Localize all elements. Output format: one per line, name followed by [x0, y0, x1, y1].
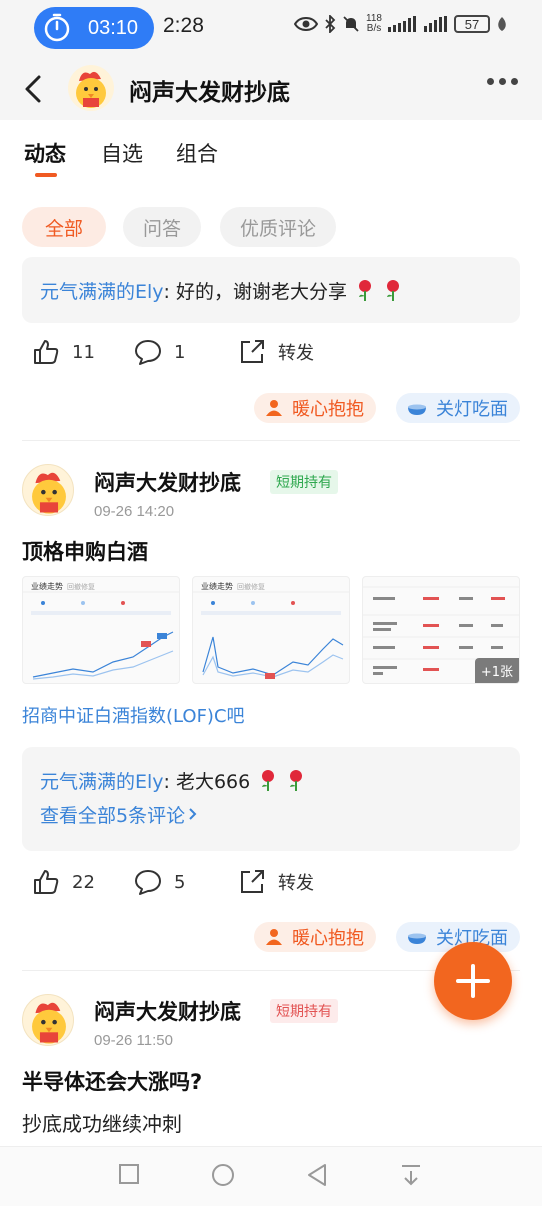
tab-dynamics[interactable]: 动态	[24, 138, 66, 168]
post-title[interactable]: 半导体还会大涨吗?	[22, 1066, 202, 1096]
comment-preview-box[interactable]: 元气满满的Ely : 老大666 查看全部5条评论	[22, 747, 520, 851]
author-avatar[interactable]	[22, 994, 74, 1046]
author-avatar[interactable]	[22, 464, 74, 516]
home-circle-icon[interactable]	[211, 1163, 235, 1187]
comment-text: : 老大666	[163, 770, 251, 793]
active-tab-indicator	[35, 173, 57, 177]
rose-emoji-icon	[383, 278, 403, 302]
post-actions: 22 5 转发	[22, 868, 520, 908]
reaction-warm-hug[interactable]: 暖心抱抱	[254, 393, 376, 423]
more-menu-icon[interactable]	[487, 78, 518, 85]
tab-bar: 动态 自选 组合	[0, 120, 542, 190]
like-count: 11	[72, 341, 95, 363]
forward-button[interactable]: 转发	[238, 338, 314, 366]
post-time: 09-26 14:20	[94, 503, 175, 520]
reaction-lights-off[interactable]: 关灯吃面	[396, 393, 520, 423]
hug-icon	[266, 400, 282, 416]
rose-emoji-icon	[286, 768, 306, 792]
timer-text: 03:10	[88, 16, 139, 39]
status-icons: 118 B/s 57	[294, 14, 508, 34]
page-title: 闷声大发财抄底	[129, 80, 290, 106]
status-bar: 03:10 2:28 118 B/s 57	[0, 0, 542, 56]
like-button[interactable]: 11	[32, 338, 95, 366]
bluetooth-icon	[325, 15, 336, 33]
like-count: 22	[72, 871, 95, 893]
post-image-2[interactable]: 业绩走势 回撤修复	[192, 576, 350, 684]
chick-avatar-icon	[32, 472, 66, 514]
see-all-comments-link[interactable]: 查看全部5条评论	[40, 797, 502, 831]
rose-emoji-icon	[355, 278, 375, 302]
net-speed: 118 B/s	[366, 13, 382, 34]
post-image-3[interactable]: +1张	[362, 576, 520, 684]
mute-bell-icon	[343, 16, 359, 32]
forward-label: 转发	[278, 873, 314, 894]
fund-bar-link[interactable]: 招商中证白酒指数(LOF)C吧	[22, 702, 245, 728]
comment-line: 元气满满的Ely : 老大666	[40, 763, 502, 797]
reaction-warm-hug[interactable]: 暖心抱抱	[254, 922, 376, 952]
filter-qa[interactable]: 问答	[123, 207, 201, 247]
like-button[interactable]: 22	[32, 868, 95, 896]
forward-label: 转发	[278, 343, 314, 364]
divider	[22, 440, 520, 441]
comment-username[interactable]: 元气满满的Ely	[40, 277, 164, 304]
create-post-button[interactable]	[434, 942, 512, 1020]
rose-emoji-icon	[258, 768, 278, 792]
chick-avatar-icon	[32, 1002, 66, 1044]
comment-bubble-icon	[135, 870, 161, 895]
comment-button[interactable]: 5	[134, 868, 185, 896]
nav-bar: 闷声大发财抄底	[0, 56, 542, 120]
post-image-1[interactable]: 业绩走势 回撤修复	[22, 576, 180, 684]
comment-count: 5	[174, 871, 186, 893]
noodle-bowl-icon	[408, 933, 426, 944]
chart-thumbnail	[23, 591, 179, 680]
forward-button[interactable]: 转发	[238, 868, 314, 896]
holding-badge: 短期持有	[270, 999, 338, 1023]
share-icon	[241, 870, 264, 893]
eye-icon	[294, 17, 319, 31]
comment-line: 元气满满的Ely : 好的，谢谢老大分享	[40, 273, 502, 307]
call-timer-pill[interactable]: 03:10	[34, 7, 154, 49]
signal-icon	[388, 16, 416, 32]
author-name[interactable]: 闷声大发财抄底	[94, 996, 241, 1026]
recents-square-icon[interactable]	[118, 1163, 140, 1185]
post-title[interactable]: 顶格申购白酒	[22, 536, 148, 566]
thumbs-up-icon	[34, 340, 59, 364]
hug-icon	[266, 929, 282, 945]
share-icon	[241, 340, 264, 363]
comment-button[interactable]: 1	[134, 338, 185, 366]
tab-watchlist[interactable]: 自选	[101, 138, 143, 168]
comment-bubble-icon	[135, 340, 161, 365]
back-arrow-icon[interactable]	[22, 74, 44, 104]
post-body[interactable]: 抄底成功继续冲刺	[22, 1108, 182, 1137]
author-name[interactable]: 闷声大发财抄底	[94, 467, 241, 497]
timer-icon	[44, 13, 70, 42]
holding-badge: 短期持有	[270, 470, 338, 494]
comment-count: 1	[174, 341, 186, 363]
chevron-right-icon	[189, 808, 197, 820]
system-nav-bar	[0, 1146, 542, 1206]
tab-portfolio[interactable]: 组合	[176, 138, 218, 168]
noodle-bowl-icon	[408, 404, 426, 415]
more-images-count: +1张	[474, 658, 519, 683]
plus-icon	[456, 964, 490, 998]
post-actions: 11 1 转发	[22, 338, 520, 378]
notification-pull-down-icon[interactable]	[400, 1163, 422, 1187]
filter-all[interactable]: 全部	[22, 207, 106, 247]
chick-avatar-icon	[76, 71, 106, 108]
post-time: 09-26 11:50	[94, 1032, 173, 1049]
comment-preview-box[interactable]: 元气满满的Ely : 好的，谢谢老大分享	[22, 257, 520, 323]
back-triangle-icon[interactable]	[306, 1163, 328, 1187]
filter-quality-comments[interactable]: 优质评论	[220, 207, 336, 247]
group-avatar[interactable]	[68, 65, 114, 111]
signal-icon-2	[424, 16, 447, 32]
comment-text: : 好的，谢谢老大分享	[163, 280, 347, 303]
comment-username[interactable]: 元气满满的Ely	[40, 767, 164, 794]
battery-indicator: 57	[454, 15, 490, 33]
thumbs-up-icon	[34, 870, 59, 894]
clock: 2:28	[163, 14, 204, 37]
chart-thumbnail	[193, 591, 349, 679]
leaf-icon	[498, 17, 506, 31]
